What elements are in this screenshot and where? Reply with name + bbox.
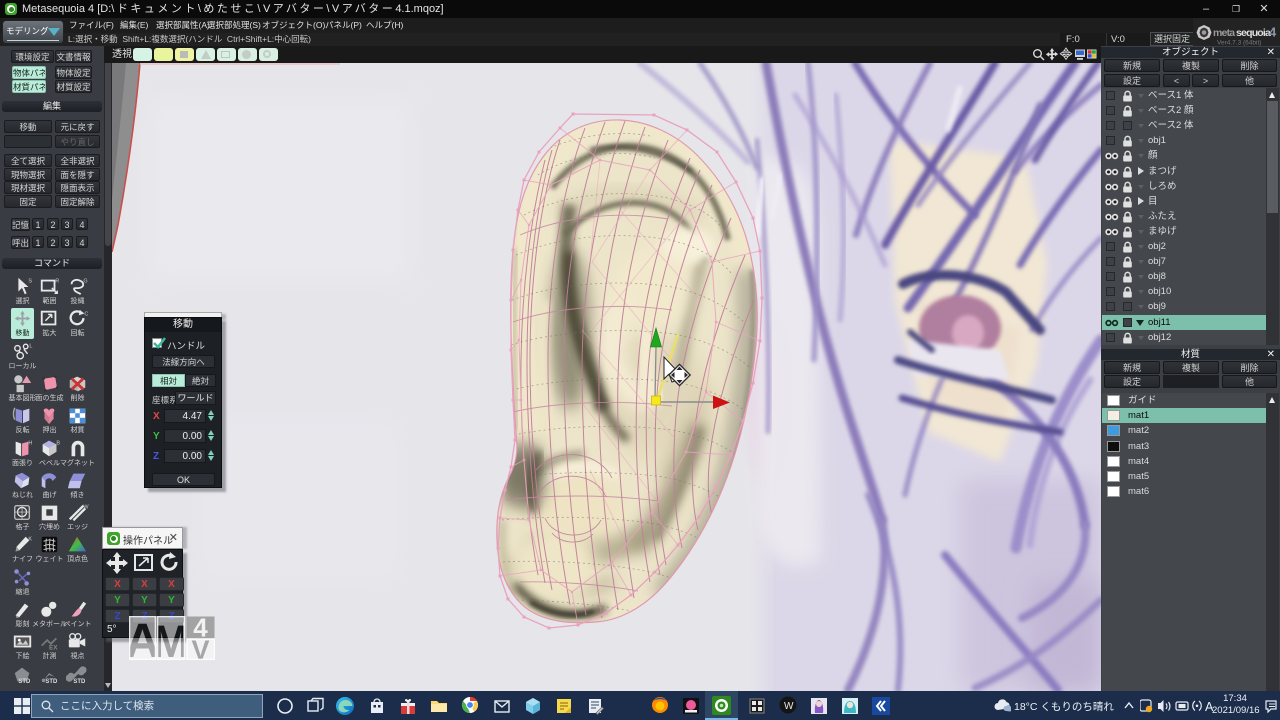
svg-text:STD: STD (18, 679, 31, 685)
svg-text:sequoia: sequoia (1236, 27, 1271, 39)
svg-text:L: L (29, 343, 32, 349)
svg-text:S: S (28, 278, 32, 284)
svg-text:STD: STD (73, 679, 86, 685)
svg-text:W: W (784, 701, 794, 712)
svg-text:B: B (56, 440, 60, 446)
svg-text:EX: EX (49, 644, 58, 651)
svg-text:R: R (55, 278, 59, 284)
svg-text:W: W (83, 504, 89, 510)
svg-text:G: G (83, 278, 87, 284)
svg-text:4: 4 (1269, 25, 1277, 40)
svg-text:meta: meta (1213, 27, 1235, 39)
svg-text:H: H (28, 440, 32, 446)
svg-text:STD: STD (45, 679, 58, 685)
svg-text:K: K (28, 536, 32, 542)
svg-text:C: C (84, 311, 88, 317)
